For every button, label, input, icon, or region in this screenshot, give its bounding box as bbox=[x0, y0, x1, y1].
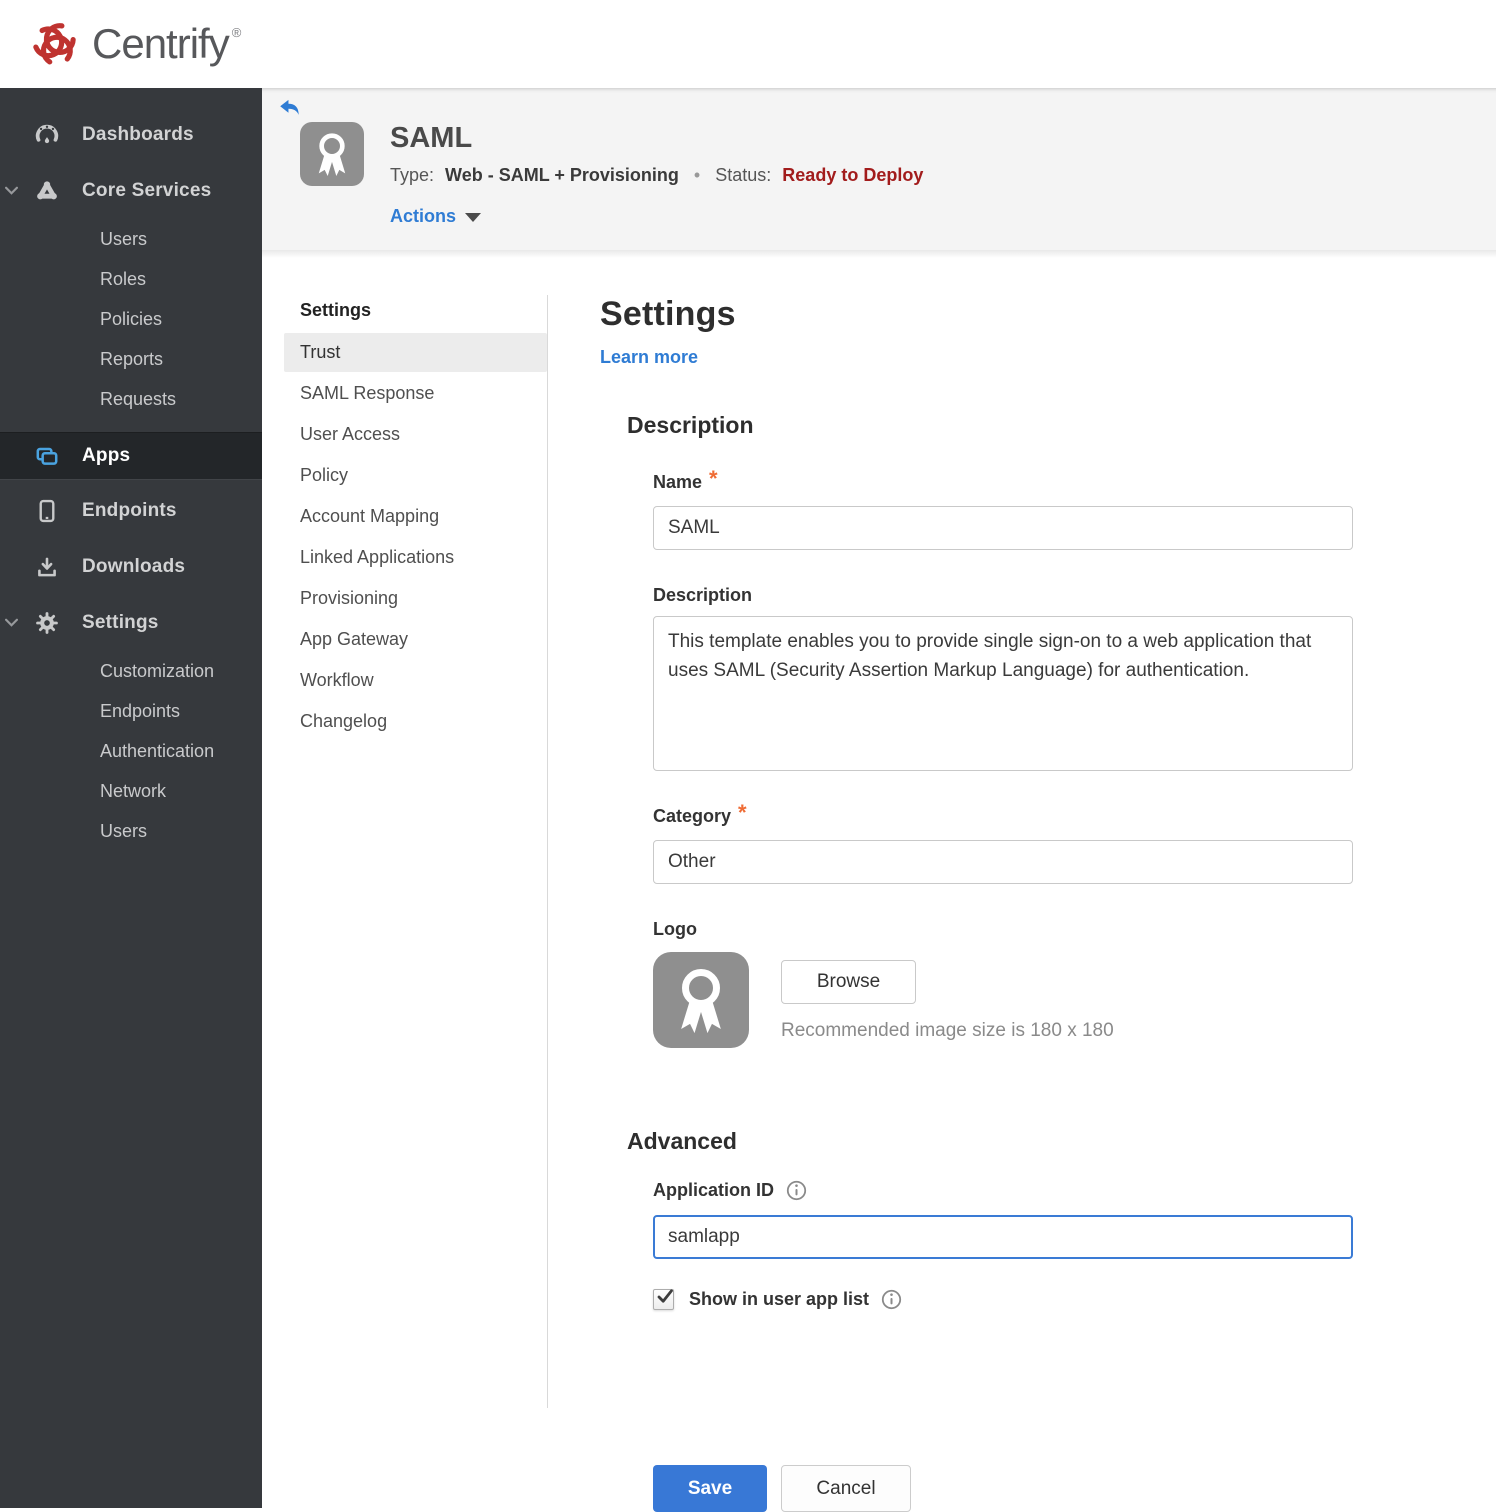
name-label: Name * bbox=[653, 466, 718, 492]
show-in-user-app-list-checkbox[interactable] bbox=[653, 1289, 674, 1310]
main-area: SAML Type: Web - SAML + Provisioning • S… bbox=[262, 88, 1496, 1512]
settings-submenu: Customization Endpoints Authentication N… bbox=[0, 651, 262, 851]
sidebar-subitem-authentication[interactable]: Authentication bbox=[0, 731, 262, 771]
apps-icon bbox=[34, 443, 60, 469]
back-arrow-icon[interactable] bbox=[278, 98, 300, 116]
centrify-swirl-icon bbox=[33, 23, 76, 65]
type-label: Type: bbox=[390, 165, 435, 185]
actions-label: Actions bbox=[390, 206, 457, 226]
subnav-item-workflow[interactable]: Workflow bbox=[284, 661, 547, 700]
subnav-item-policy[interactable]: Policy bbox=[284, 456, 547, 495]
sidebar: Dashboards Core Services Users Roles Pol… bbox=[0, 88, 262, 1508]
app-header-band: SAML Type: Web - SAML + Provisioning • S… bbox=[262, 88, 1496, 258]
registered-mark: ® bbox=[231, 25, 242, 40]
name-input[interactable] bbox=[653, 506, 1353, 550]
save-button[interactable]: Save bbox=[653, 1465, 767, 1512]
meta-separator: • bbox=[693, 165, 701, 185]
sidebar-item-dashboards[interactable]: Dashboards bbox=[0, 107, 262, 163]
sidebar-group-settings[interactable]: Settings bbox=[0, 595, 262, 651]
description-label: Description bbox=[653, 585, 753, 605]
sidebar-item-endpoints[interactable]: Endpoints bbox=[0, 483, 262, 539]
application-id-input[interactable] bbox=[653, 1215, 1353, 1259]
sidebar-group-core-services[interactable]: Core Services bbox=[0, 163, 262, 219]
app-meta: Type: Web - SAML + Provisioning • Status… bbox=[390, 165, 923, 186]
sidebar-subitem-policies[interactable]: Policies bbox=[0, 299, 262, 339]
chevron-down-icon[interactable] bbox=[5, 614, 18, 632]
sidebar-subitem-users-settings[interactable]: Users bbox=[0, 811, 262, 851]
chevron-down-icon[interactable] bbox=[5, 182, 18, 200]
show-in-user-app-list-label: Show in user app list bbox=[689, 1289, 870, 1309]
sidebar-item-downloads[interactable]: Downloads bbox=[0, 539, 262, 595]
type-value: Web - SAML + Provisioning bbox=[445, 165, 679, 185]
advanced-section-heading: Advanced bbox=[627, 1128, 737, 1154]
sidebar-item-label: Dashboards bbox=[82, 124, 194, 145]
gauge-icon bbox=[34, 122, 60, 148]
sidebar-item-label: Downloads bbox=[82, 556, 186, 577]
sidebar-subitem-endpoints-settings[interactable]: Endpoints bbox=[0, 691, 262, 731]
sidebar-subitem-roles[interactable]: Roles bbox=[0, 259, 262, 299]
subnav-item-account-mapping[interactable]: Account Mapping bbox=[284, 497, 547, 536]
app-logo-ribbon-icon bbox=[300, 122, 364, 186]
subnav-heading: Settings bbox=[300, 300, 372, 320]
core-services-submenu: Users Roles Policies Reports Requests bbox=[0, 219, 262, 419]
browse-button[interactable]: Browse bbox=[781, 960, 916, 1004]
top-bar: Centrify ® bbox=[0, 0, 1496, 88]
subnav-item-user-access[interactable]: User Access bbox=[284, 415, 547, 454]
subnav-item-changelog[interactable]: Changelog bbox=[284, 702, 547, 741]
sidebar-subitem-network[interactable]: Network bbox=[0, 771, 262, 811]
description-textarea[interactable]: This template enables you to provide sin… bbox=[653, 616, 1353, 771]
logo-size-hint: Recommended image size is 180 x 180 bbox=[781, 1020, 1114, 1041]
actions-dropdown[interactable]: Actions bbox=[390, 206, 482, 227]
sidebar-item-label: Apps bbox=[82, 445, 131, 466]
gear-icon bbox=[34, 610, 60, 636]
phone-icon bbox=[34, 498, 60, 524]
required-asterisk: * bbox=[709, 466, 718, 491]
category-input[interactable] bbox=[653, 840, 1353, 884]
sidebar-item-apps[interactable]: Apps bbox=[0, 432, 262, 480]
subnav-item-app-gateway[interactable]: App Gateway bbox=[284, 620, 547, 659]
subnav-item-linked-applications[interactable]: Linked Applications bbox=[284, 538, 547, 577]
status-value: Ready to Deploy bbox=[782, 165, 924, 185]
sidebar-subitem-reports[interactable]: Reports bbox=[0, 339, 262, 379]
sidebar-subitem-users[interactable]: Users bbox=[0, 219, 262, 259]
app-subnav: Settings Trust SAML Response User Access… bbox=[262, 295, 548, 1408]
application-id-label: Application ID bbox=[653, 1180, 774, 1200]
core-services-icon bbox=[34, 178, 60, 204]
logo-preview-ribbon-icon bbox=[653, 952, 749, 1048]
cancel-button[interactable]: Cancel bbox=[781, 1465, 911, 1512]
subnav-item-trust[interactable]: Trust bbox=[284, 333, 547, 372]
download-icon bbox=[34, 554, 60, 580]
subnav-item-provisioning[interactable]: Provisioning bbox=[284, 579, 547, 618]
sidebar-subitem-requests[interactable]: Requests bbox=[0, 379, 262, 419]
status-label: Status: bbox=[715, 165, 772, 185]
sidebar-item-label: Endpoints bbox=[82, 500, 177, 521]
caret-down-icon bbox=[465, 213, 482, 222]
settings-panel: Settings Learn more Description Name * D… bbox=[548, 295, 1496, 1512]
brand-name: Centrify bbox=[92, 20, 230, 67]
info-icon[interactable] bbox=[881, 1289, 902, 1310]
sidebar-subitem-customization[interactable]: Customization bbox=[0, 651, 262, 691]
required-asterisk: * bbox=[738, 800, 747, 825]
category-label: Category * bbox=[653, 800, 747, 826]
sidebar-item-label: Settings bbox=[82, 612, 159, 633]
info-icon[interactable] bbox=[786, 1180, 807, 1201]
subnav-item-saml-response[interactable]: SAML Response bbox=[284, 374, 547, 413]
centrify-logo[interactable]: Centrify ® bbox=[30, 19, 241, 69]
description-section-heading: Description bbox=[627, 412, 754, 438]
app-title: SAML bbox=[390, 122, 473, 154]
page-title: Settings bbox=[600, 295, 736, 333]
learn-more-link[interactable]: Learn more bbox=[600, 347, 698, 368]
logo-label: Logo bbox=[653, 919, 697, 939]
sidebar-item-label: Core Services bbox=[82, 180, 212, 201]
